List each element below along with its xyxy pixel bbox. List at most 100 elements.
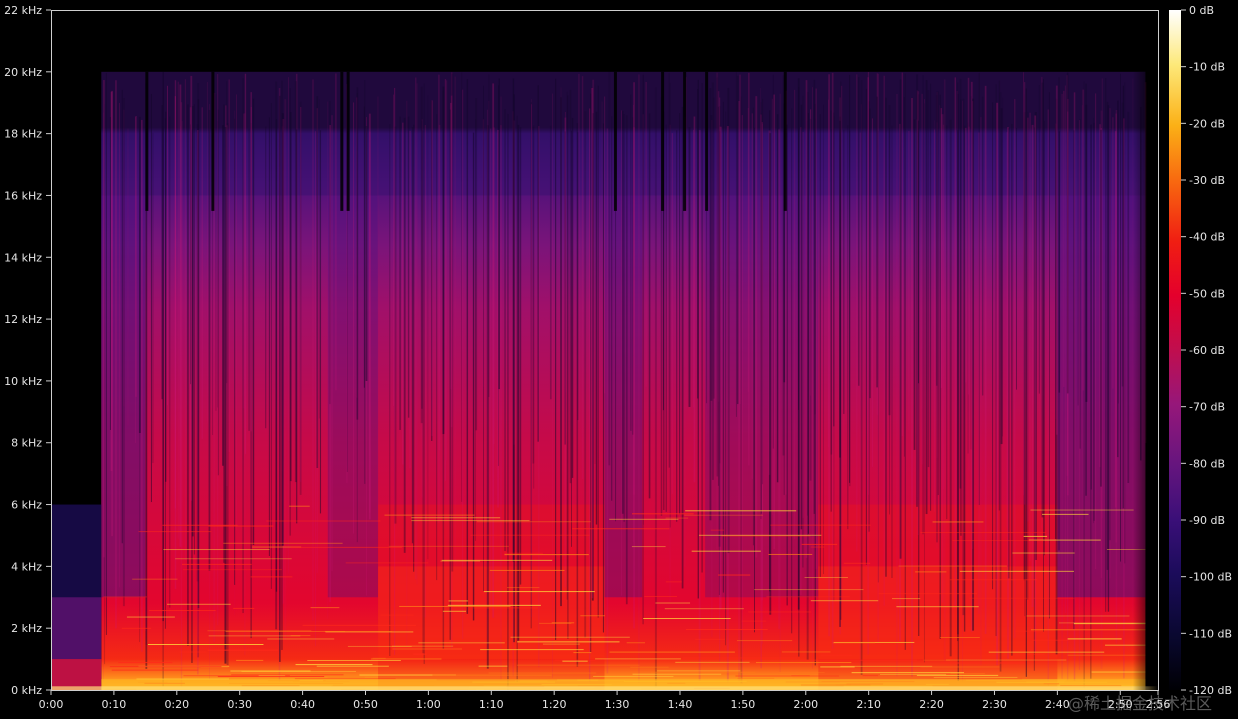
harmonic-line <box>737 677 775 679</box>
harmonic-line <box>483 591 595 593</box>
vertical-streak <box>760 113 762 514</box>
vertical-streak <box>693 129 695 408</box>
vertical-streak <box>1100 129 1102 487</box>
harmonic-line <box>473 607 538 609</box>
x-tick-label: 2:10 <box>856 698 881 711</box>
harmonic-line <box>644 595 678 597</box>
harmonic-line <box>167 603 231 605</box>
vertical-streak <box>415 77 417 580</box>
vertical-streak <box>289 112 292 482</box>
vertical-streak <box>823 104 824 575</box>
vertical-streak <box>725 111 727 646</box>
harmonic-line <box>1027 653 1045 655</box>
vertical-streak <box>265 126 267 429</box>
vertical-streak <box>645 81 647 387</box>
vertical-streak <box>1033 127 1035 671</box>
silence-gap <box>705 71 709 211</box>
harmonic-line <box>179 651 207 653</box>
vertical-streak <box>577 132 579 421</box>
vertical-streak <box>513 120 516 445</box>
vertical-streak <box>406 100 408 649</box>
vertical-streak <box>794 89 796 540</box>
harmonic-line <box>399 605 511 607</box>
vertical-streak <box>859 132 861 666</box>
harmonic-line <box>988 651 1105 653</box>
harmonic-line <box>476 521 591 523</box>
vertical-streak <box>450 95 453 427</box>
vertical-streak <box>606 128 609 674</box>
vertical-streak <box>399 116 401 430</box>
vertical-streak <box>1013 99 1016 639</box>
harmonic-line <box>630 666 669 668</box>
vertical-streak <box>1027 111 1029 600</box>
harmonic-line <box>418 642 505 644</box>
harmonic-line <box>969 597 1075 599</box>
vertical-streak <box>569 89 572 484</box>
harmonic-line <box>851 672 964 674</box>
vertical-streak <box>954 77 956 606</box>
harmonic-line <box>236 659 264 661</box>
y-axis-ticks: 0 kHz 2 kHz 4 kHz 6 kHz 8 kHz 10 kHz 12 kHz 14 … <box>4 4 51 697</box>
harmonic-line <box>432 674 552 676</box>
harmonic-line <box>879 673 947 675</box>
harmonic-line <box>595 658 681 660</box>
vertical-streak <box>602 123 604 633</box>
vertical-streak <box>901 72 903 437</box>
vertical-streak <box>454 76 456 564</box>
harmonic-line <box>516 664 640 666</box>
vertical-streak <box>191 106 194 537</box>
vertical-streak <box>937 91 939 496</box>
harmonic-line <box>920 666 1000 668</box>
harmonic-line <box>741 620 767 622</box>
harmonic-line <box>506 587 540 589</box>
vertical-streak <box>222 125 224 466</box>
harmonic-line <box>735 675 839 677</box>
x-tick-label: 2:20 <box>919 698 944 711</box>
vertical-streak <box>119 102 121 588</box>
harmonic-line <box>891 598 921 600</box>
silence-gap <box>613 71 617 211</box>
vertical-streak <box>466 79 469 614</box>
vertical-streak <box>921 93 923 465</box>
vertical-streak <box>411 127 414 544</box>
vertical-streak <box>719 126 722 610</box>
vertical-streak <box>595 111 598 525</box>
harmonic-line <box>573 652 592 654</box>
vertical-streak <box>1055 85 1058 435</box>
harmonic-line <box>915 571 947 573</box>
vertical-streak <box>571 130 572 547</box>
vertical-streak <box>773 94 775 550</box>
vertical-streak <box>206 82 208 423</box>
y-tick-label: 4 kHz <box>11 560 42 573</box>
harmonic-line <box>489 569 565 571</box>
silence-gap <box>661 71 665 211</box>
x-tick-label: 2:56 <box>1146 698 1171 711</box>
vertical-streak <box>752 107 754 546</box>
vertical-streak <box>369 131 371 513</box>
colorbar-tick-label: -20 dB <box>1189 117 1225 130</box>
harmonic-line <box>896 606 979 608</box>
harmonic-line <box>1026 615 1130 617</box>
harmonic-line <box>626 642 646 644</box>
right-fade <box>1132 71 1158 691</box>
vertical-streak <box>181 121 183 558</box>
vertical-streak <box>597 85 599 618</box>
vertical-streak <box>436 114 438 581</box>
vertical-streak <box>111 90 114 537</box>
harmonic-line <box>504 552 543 554</box>
harmonic-line <box>290 635 311 637</box>
y-tick-label: 0 kHz <box>11 684 42 697</box>
y-tick-label: 16 kHz <box>4 189 42 202</box>
harmonic-line <box>327 676 365 678</box>
harmonic-line <box>207 649 279 651</box>
vertical-streak <box>335 73 337 391</box>
vertical-streak <box>891 125 893 578</box>
vertical-streak <box>688 127 691 407</box>
vertical-streak <box>517 124 520 641</box>
vertical-streak <box>1058 77 1060 551</box>
harmonic-line <box>217 676 325 678</box>
y-tick-label: 2 kHz <box>11 622 42 635</box>
vertical-streak <box>1107 105 1110 612</box>
x-tick-label: 1:20 <box>542 698 567 711</box>
vertical-streak <box>1061 93 1063 679</box>
